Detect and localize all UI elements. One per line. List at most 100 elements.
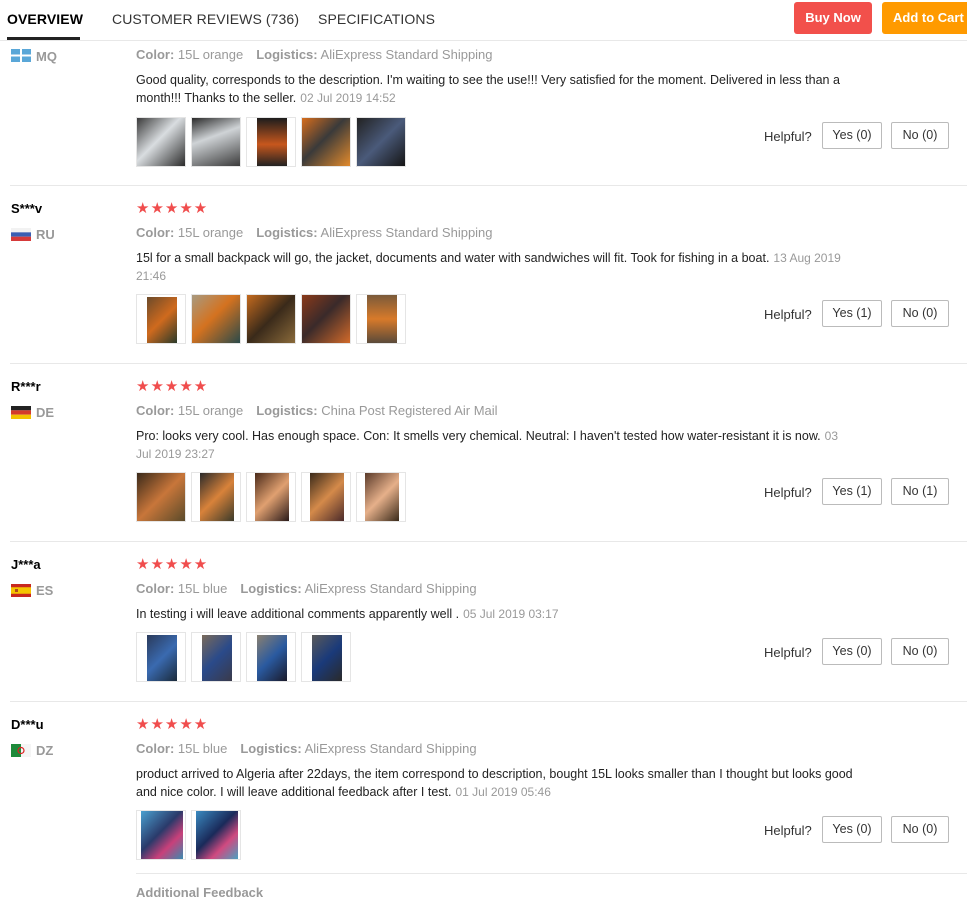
review-photo-thumbnail[interactable]	[191, 117, 241, 167]
review-meta: Color: 15L orange Logistics: AliExpress S…	[136, 47, 493, 62]
review-photo-thumbnail[interactable]	[191, 294, 241, 344]
helpful-label: Helpful?	[764, 823, 812, 838]
review-photo-thumbnail[interactable]	[301, 117, 351, 167]
review-divider	[10, 185, 967, 186]
review-body: Pro: looks very cool. Has enough space. …	[136, 429, 821, 443]
tab-specifications[interactable]: SPECIFICATIONS	[318, 11, 435, 27]
logistics-value: AliExpress Standard Shipping	[320, 47, 493, 62]
review-text: Pro: looks very cool. Has enough space. …	[136, 427, 856, 463]
color-value: 15L orange	[177, 47, 244, 62]
logistics-label: Logistics:	[240, 741, 302, 756]
tab-overview[interactable]: OVERVIEW	[7, 11, 83, 27]
germany-flag-icon	[11, 406, 31, 419]
logistics-value: AliExpress Standard Shipping	[304, 581, 477, 596]
helpful-no-button[interactable]: No (0)	[891, 638, 949, 665]
tab-customer-reviews[interactable]: CUSTOMER REVIEWS (736)	[112, 11, 299, 27]
review-date: 01 Jul 2019 05:46	[455, 785, 551, 799]
review-photo-thumbnail[interactable]	[356, 117, 406, 167]
color-value: 15L blue	[177, 581, 228, 596]
review-photo-thumbnail[interactable]	[301, 472, 351, 522]
reviewer-name: R***r	[11, 379, 41, 394]
review-photo-thumbnail[interactable]	[191, 810, 241, 860]
product-tab-bar: OVERVIEW CUSTOMER REVIEWS (736) SPECIFIC…	[0, 0, 967, 41]
color-label: Color:	[136, 581, 175, 596]
reviewer-name: J***a	[11, 557, 41, 572]
review-photo-thumbnail[interactable]	[246, 472, 296, 522]
review-photo-thumbnail[interactable]	[246, 632, 296, 682]
color-label: Color:	[136, 47, 175, 62]
review-photo-thumbnail[interactable]	[136, 472, 186, 522]
color-value: 15L orange	[177, 225, 244, 240]
review-photo-thumbnail[interactable]	[191, 632, 241, 682]
helpful-no-button[interactable]: No (0)	[891, 300, 949, 327]
logistics-label: Logistics:	[256, 403, 318, 418]
logistics-label: Logistics:	[256, 225, 318, 240]
logistics-label: Logistics:	[256, 47, 318, 62]
review-divider	[10, 701, 967, 702]
review-meta: Color: 15L orange Logistics: China Post R…	[136, 403, 498, 418]
martinique-flag-icon	[11, 49, 31, 62]
review-text: 15l for a small backpack will go, the ja…	[136, 249, 856, 285]
color-value: 15L blue	[177, 741, 228, 756]
active-tab-indicator	[7, 37, 80, 40]
helpful-yes-button[interactable]: Yes (1)	[822, 300, 882, 327]
review-text: product arrived to Algeria after 22days,…	[136, 765, 856, 801]
review-photo-thumbnail[interactable]	[301, 294, 351, 344]
star-rating: ★★★★★	[136, 556, 209, 573]
helpful-yes-button[interactable]: Yes (0)	[822, 638, 882, 665]
algeria-flag-icon	[11, 744, 31, 757]
country-code: DZ	[36, 743, 54, 758]
review-photo-thumbnail[interactable]	[246, 117, 296, 167]
review-meta: Color: 15L blue Logistics: AliExpress Sta…	[136, 741, 477, 756]
helpful-yes-button[interactable]: Yes (0)	[822, 122, 882, 149]
star-rating: ★★★★★	[136, 716, 209, 733]
color-label: Color:	[136, 741, 175, 756]
reviewer-name: D***u	[11, 717, 44, 732]
logistics-value: China Post Registered Air Mail	[321, 403, 498, 418]
review-divider	[10, 363, 967, 364]
spain-flag-icon	[11, 584, 31, 597]
review-photo-thumbnail[interactable]	[191, 472, 241, 522]
color-label: Color:	[136, 403, 175, 418]
star-rating: ★★★★★	[136, 378, 209, 395]
helpful-no-button[interactable]: No (1)	[891, 478, 949, 505]
star-rating: ★★★★★	[136, 200, 209, 217]
review-photo-thumbnail[interactable]	[356, 294, 406, 344]
review-text: Good quality, corresponds to the descrip…	[136, 71, 856, 107]
helpful-yes-button[interactable]: Yes (0)	[822, 816, 882, 843]
buy-now-button[interactable]: Buy Now	[794, 2, 872, 34]
review-photo-thumbnail[interactable]	[136, 632, 186, 682]
review-body: In testing i will leave additional comme…	[136, 607, 460, 621]
additional-feedback-heading: Additional Feedback	[136, 885, 264, 900]
country-code: ES	[36, 583, 54, 598]
country-code: RU	[36, 227, 55, 242]
review-date: 05 Jul 2019 03:17	[463, 607, 559, 621]
review-photo-thumbnail[interactable]	[356, 472, 406, 522]
russia-flag-icon	[11, 228, 31, 241]
review-photo-thumbnail[interactable]	[136, 294, 186, 344]
review-date: 02 Jul 2019 14:52	[300, 91, 396, 105]
helpful-no-button[interactable]: No (0)	[891, 816, 949, 843]
review-meta: Color: 15L blue Logistics: AliExpress Sta…	[136, 581, 477, 596]
review-divider	[10, 541, 967, 542]
logistics-label: Logistics:	[240, 581, 302, 596]
country-code: DE	[36, 405, 55, 420]
country-code: MQ	[36, 49, 57, 64]
review-photo-thumbnail[interactable]	[246, 294, 296, 344]
review-text: In testing i will leave additional comme…	[136, 605, 856, 623]
review-divider	[136, 873, 967, 874]
reviewer-name: S***v	[11, 201, 43, 216]
logistics-value: AliExpress Standard Shipping	[304, 741, 477, 756]
review-body: Good quality, corresponds to the descrip…	[136, 73, 840, 105]
review-photo-thumbnail[interactable]	[301, 632, 351, 682]
helpful-yes-button[interactable]: Yes (1)	[822, 478, 882, 505]
color-value: 15L orange	[177, 403, 244, 418]
review-photo-thumbnail[interactable]	[136, 810, 186, 860]
review-meta: Color: 15L orange Logistics: AliExpress S…	[136, 225, 493, 240]
helpful-no-button[interactable]: No (0)	[891, 122, 949, 149]
color-label: Color:	[136, 225, 175, 240]
review-photo-thumbnail[interactable]	[136, 117, 186, 167]
review-body: 15l for a small backpack will go, the ja…	[136, 251, 770, 265]
helpful-label: Helpful?	[764, 645, 812, 660]
add-to-cart-button[interactable]: Add to Cart	[882, 2, 967, 34]
